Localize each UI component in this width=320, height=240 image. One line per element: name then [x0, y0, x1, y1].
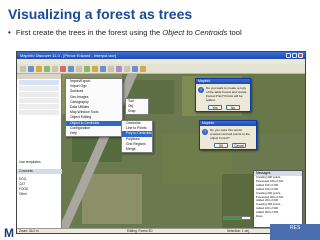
maximize-icon[interactable]	[292, 53, 297, 58]
bullet-text: • First create the trees in the forest us…	[8, 28, 318, 37]
toolbar-tool-icon[interactable]	[20, 66, 26, 72]
status-selection: Selection: 1 obj	[227, 229, 249, 233]
toolbar-tool-icon[interactable]	[116, 66, 122, 72]
toolbar-tool-icon[interactable]	[68, 66, 74, 72]
layer-row[interactable]	[19, 110, 59, 115]
footer-logo-right: RES	[290, 225, 301, 231]
footer-logo: M	[4, 226, 14, 240]
context-menu-item[interactable]: Help	[66, 131, 122, 136]
layer-row[interactable]	[19, 104, 59, 109]
dialog-message: Do you want this points created centroid…	[210, 128, 250, 140]
message-log-window: Messages Creating 200 points... Processed…	[253, 170, 303, 228]
toolbar-tool-icon[interactable]	[44, 66, 50, 72]
layer-row[interactable]	[19, 86, 59, 91]
layer-row[interactable]	[19, 92, 59, 97]
submenu-item[interactable]: Poly to Centroids	[122, 131, 152, 137]
dialog-message: Do you want to create a copy of the tabl…	[206, 86, 247, 102]
layer-row[interactable]	[19, 98, 59, 103]
window-title: MapInfo Discover 11.0 - [Prince Edward -…	[20, 53, 116, 58]
toolbar-tool-icon[interactable]	[132, 66, 138, 72]
close-icon[interactable]	[298, 53, 303, 58]
create-centroids-dialog: MapInfo ? Do you want this points create…	[199, 120, 257, 150]
yes-button[interactable]: Yes	[208, 105, 222, 110]
bullet-tool-name: Object to Centroids	[162, 28, 228, 37]
toolbar-tool-icon[interactable]	[84, 66, 90, 72]
small-popup-menu: Tool Obj Snap	[125, 98, 149, 115]
toolbar-tool-icon[interactable]	[108, 66, 114, 72]
copy-table-dialog: MapInfo ? Do you want to create a copy o…	[195, 78, 251, 112]
window-titlebar: MapInfo Discover 11.0 - [Prince Edward -…	[17, 52, 305, 59]
bullet-pre: First create the trees in the forest usi…	[15, 28, 163, 37]
bullet-dot-icon: •	[8, 28, 11, 37]
status-editing: Editing: Forest 3D	[127, 229, 153, 233]
minimize-icon[interactable]	[286, 53, 291, 58]
toolbar-tool-icon[interactable]	[28, 66, 34, 72]
bullet-post: tool	[227, 28, 242, 37]
question-icon: ?	[198, 87, 204, 93]
layer-panel-header	[17, 74, 61, 79]
toolbar-tool-icon[interactable]	[100, 66, 106, 72]
toolbar-tool-icon[interactable]	[76, 66, 82, 72]
detail-item[interactable]: Other	[19, 192, 28, 197]
layer-control-panel: Use templates Cosmetic DOG CAT FOOD Other	[17, 74, 62, 231]
templates-label[interactable]: Use templates	[19, 160, 41, 164]
object-to-centroids-submenu: Centroids Line to Points Poly to Centroids…	[121, 120, 153, 154]
layer-row[interactable]	[19, 80, 59, 85]
submenu-item[interactable]: Merge	[122, 147, 152, 152]
toolbar-tool-icon[interactable]	[140, 66, 146, 72]
slide-title: Visualizing a forest as trees	[8, 6, 193, 22]
toolbar-tool-icon[interactable]	[52, 66, 58, 72]
status-bar: Zoom: 44.0 m Editing: Forest 3D Selectio…	[17, 228, 305, 233]
no-button[interactable]: No	[226, 105, 240, 110]
small-menu-item[interactable]: Snap	[126, 109, 148, 114]
toolbar-tool-icon[interactable]	[92, 66, 98, 72]
progress-fill	[224, 217, 243, 219]
application-screenshot: MapInfo Discover 11.0 - [Prince Edward -…	[16, 51, 306, 234]
detail-list: DOG CAT FOOD Other	[19, 177, 28, 197]
cancel-button[interactable]: Cancel	[232, 143, 246, 148]
toolbar-tool-icon[interactable]	[124, 66, 130, 72]
subpanel-title: Cosmetic	[17, 169, 62, 174]
toolbar-tool-icon[interactable]	[60, 66, 66, 72]
toolbar	[17, 64, 305, 74]
question-icon: ?	[202, 129, 208, 135]
status-zoom: Zoom: 44.0 m	[19, 229, 39, 233]
progress-bar	[223, 216, 251, 220]
discover-context-menu: Import/Export Import Ogc Surfaces Geo Image…	[65, 78, 123, 138]
toolbar-tool-icon[interactable]	[36, 66, 42, 72]
log-line: Done	[256, 214, 263, 219]
ok-button[interactable]: OK	[214, 143, 228, 148]
